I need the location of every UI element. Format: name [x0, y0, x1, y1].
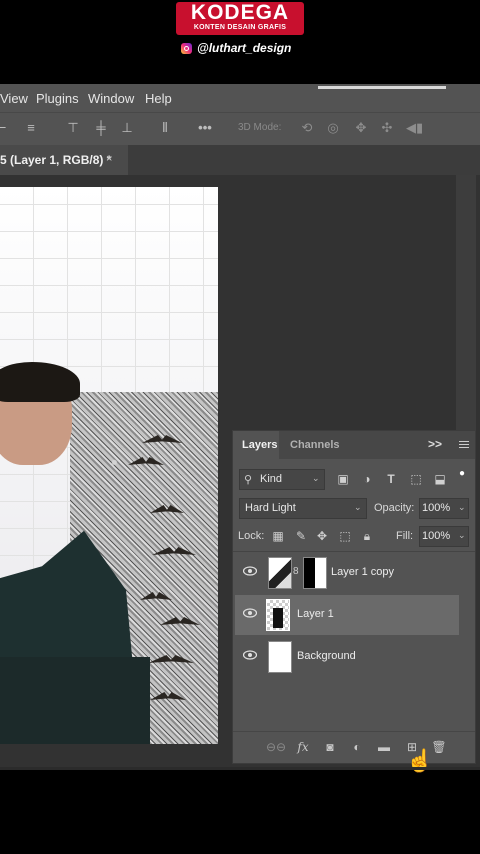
opacity-label: Opacity:	[374, 502, 415, 514]
fill-input[interactable]: 100% ⌄	[419, 526, 469, 547]
visibility-eye-icon[interactable]	[243, 650, 257, 660]
align-left-edges-icon[interactable]: ⊢	[0, 121, 8, 135]
status-bar	[0, 767, 480, 770]
3d-scale-icon[interactable]: ◀▮	[406, 121, 423, 135]
chevron-down-icon: ⌄	[458, 502, 466, 512]
document-tab[interactable]: 5 (Layer 1, RGB/8) * ×	[0, 145, 128, 175]
canvas-image[interactable]	[0, 187, 218, 744]
brand-logo-title: KODEGA	[190, 1, 290, 24]
lock-artboard-icon[interactable]: ⬚	[338, 529, 352, 543]
instagram-icon	[181, 43, 192, 54]
document-tab-bar: 5 (Layer 1, RGB/8) * ×	[0, 145, 480, 175]
new-group-folder-icon[interactable]: ▬	[376, 740, 392, 754]
align-vertical-centers-icon[interactable]: ╪	[94, 121, 108, 135]
type-layer-filter-icon[interactable]: T	[384, 472, 398, 486]
filter-kind-value: Kind	[260, 473, 283, 485]
align-bottom-edges-icon[interactable]: ⊥	[120, 121, 134, 135]
lock-image-pixels-icon[interactable]: ✎	[294, 529, 308, 543]
workspace-scrollbar[interactable]	[456, 175, 476, 435]
menu-window[interactable]: Window	[88, 91, 134, 106]
tab-channels[interactable]: Channels	[290, 439, 340, 451]
chevron-down-icon: ⌄	[458, 530, 466, 540]
brand-logo-tagline: KONTEN DESAIN GRAFIS	[193, 24, 287, 31]
menu-help[interactable]: Help	[145, 91, 172, 106]
chevron-down-icon: ⌄	[312, 473, 320, 483]
options-bar: ⊢ ≡ ⊤ ╪ ⊥ ⫴ ••• 3D Mode: ⟲ ◎ ✥ ✣ ◀▮	[0, 112, 480, 145]
search-icon: ⚲	[244, 474, 253, 486]
layer-name[interactable]: Background	[297, 650, 356, 662]
layer-thumbnail	[268, 557, 292, 589]
panel-tab-bar: Layers Channels >>	[233, 431, 475, 459]
lock-label: Lock:	[238, 530, 265, 542]
hand-cursor-icon: ☝	[406, 748, 434, 773]
chevron-down-icon: ⌄	[354, 502, 362, 512]
add-mask-icon[interactable]: ◙	[322, 740, 338, 754]
adjustment-layer-filter-icon[interactable]: ◑	[360, 472, 374, 486]
more-options-icon[interactable]: •••	[198, 121, 212, 135]
align-top-edges-icon[interactable]: ⊤	[66, 121, 80, 135]
fill-value: 100%	[422, 530, 451, 542]
person-jacket-lower	[0, 657, 150, 744]
layer-mask-thumbnail[interactable]	[303, 557, 327, 589]
lock-transparent-pixels-icon[interactable]: ▦	[271, 529, 285, 543]
pixel-layer-filter-icon[interactable]: ▣	[336, 472, 350, 486]
link-layers-icon[interactable]: ⊖⊖	[266, 740, 286, 754]
layer-row-layer-1-copy[interactable]: 8 Layer 1 copy	[235, 553, 459, 593]
document-tab-label: 5 (Layer 1, RGB/8) *	[0, 153, 112, 167]
3d-slide-icon[interactable]: ✣	[380, 121, 394, 135]
distribute-icon[interactable]: ⫴	[158, 121, 172, 135]
shape-layer-filter-icon[interactable]: ⬚	[409, 472, 423, 486]
chain-link-icon[interactable]: 8	[293, 566, 299, 577]
layers-panel: Layers Channels >> ⚲ Kind ⌄ ▣ ◑ T ⬚ ⬓ ● …	[232, 430, 476, 764]
layer-row-layer-1[interactable]: Layer 1	[235, 595, 459, 635]
layers-panel-footer: ⊖⊖ fx ◙ ◐ ▬ ⊞ 🗑︎	[233, 731, 475, 762]
title-bar-highlight	[318, 86, 446, 89]
tab-layers-label[interactable]: Layers	[242, 439, 277, 451]
expand-panels-icon[interactable]: >>	[428, 437, 442, 451]
divider	[233, 551, 475, 552]
fill-label: Fill:	[396, 530, 414, 542]
menu-view[interactable]: View	[0, 91, 28, 106]
layer-thumbnail	[266, 599, 290, 631]
align-horizontal-centers-icon[interactable]: ≡	[24, 121, 38, 135]
opacity-input[interactable]: 100% ⌄	[419, 498, 469, 519]
layer-thumbnail	[268, 641, 292, 673]
close-tab-icon[interactable]: ×	[106, 153, 112, 165]
3d-orbit-icon[interactable]: ⟲	[300, 121, 314, 135]
fx-icon[interactable]: fx	[295, 740, 311, 754]
lock-all-icon[interactable]: 🔒︎	[360, 529, 374, 543]
filter-toggle-icon[interactable]: ●	[455, 467, 469, 481]
layer-row-background[interactable]: Background	[235, 637, 459, 677]
visibility-eye-icon[interactable]	[243, 608, 257, 618]
menu-plugins[interactable]: Plugins	[36, 91, 79, 106]
lock-position-icon[interactable]: ✥	[315, 529, 329, 543]
layer-filter-select[interactable]: ⚲ Kind ⌄	[239, 469, 325, 490]
3d-pan-icon[interactable]: ✥	[354, 121, 368, 135]
blend-mode-value: Hard Light	[245, 502, 296, 514]
adjustment-layer-icon[interactable]: ◐	[349, 740, 365, 754]
3d-mode-label: 3D Mode:	[238, 122, 282, 133]
3d-roll-icon[interactable]: ◎	[326, 121, 340, 135]
layer-name[interactable]: Layer 1	[297, 608, 334, 620]
person-hair	[0, 362, 80, 402]
visibility-eye-icon[interactable]	[243, 566, 257, 576]
smart-object-filter-icon[interactable]: ⬓	[433, 472, 447, 486]
blend-mode-select[interactable]: Hard Light ⌄	[239, 498, 367, 519]
layer-name[interactable]: Layer 1 copy	[331, 566, 394, 578]
panel-menu-icon[interactable]	[459, 441, 469, 449]
instagram-handle: @luthart_design	[197, 41, 292, 55]
opacity-value: 100%	[422, 502, 451, 514]
